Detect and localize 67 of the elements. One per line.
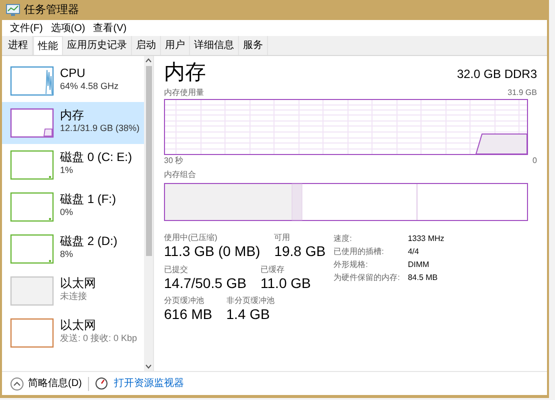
stat-value: 19.8 GB — [274, 243, 326, 260]
item-detail: 发送: 0 接收: 0 Kbp — [60, 333, 138, 344]
item-detail: 未连接 — [60, 291, 88, 302]
item-name: 内存 — [60, 108, 85, 123]
menu-item[interactable]: 查看(V) — [93, 20, 127, 36]
property-value: 1333 MHz — [408, 233, 444, 245]
item-detail: 64% 4.58 GHz — [60, 81, 119, 92]
property-value: DIMM — [408, 259, 430, 271]
fewer-details-button[interactable]: 简略信息(D) — [10, 376, 82, 391]
stat-label: 分页缓冲池 — [164, 296, 205, 306]
item-detail: 0% — [60, 207, 74, 218]
scroll-up-icon[interactable] — [145, 58, 152, 63]
menu-item[interactable]: 文件(F) — [10, 20, 43, 36]
sidebar-item[interactable]: 磁盘 2 (D:) 8% — [2, 228, 144, 270]
tab[interactable]: 性能 — [33, 36, 63, 55]
sidebar-item[interactable]: CPU 64% 4.58 GHz — [2, 60, 144, 102]
chevron-up-icon — [10, 376, 24, 390]
stat-value: 11.3 GB (0 MB) — [164, 243, 260, 260]
scroll-thumb[interactable] — [146, 66, 152, 256]
menu-item[interactable]: 选项(O) — [50, 20, 86, 36]
item-detail: 8% — [60, 249, 74, 260]
item-name: 以太网 — [60, 318, 97, 333]
item-name: 磁盘 0 (C: E:) — [60, 150, 132, 165]
usage-max: 31.9 GB — [508, 87, 537, 99]
stat-label: 非分页缓冲池 — [226, 296, 274, 306]
window-title: 任务管理器 — [24, 2, 79, 18]
time-start-label: 30 秒 — [164, 155, 184, 167]
item-detail: 12.1/31.9 GB (38%) — [60, 123, 140, 134]
property-value: 84.5 MB — [408, 272, 439, 284]
stat-label: 使用中(已压缩) — [164, 233, 218, 243]
app-icon — [6, 4, 20, 16]
tab[interactable]: 应用历史记录 — [63, 36, 132, 55]
sidebar-item[interactable]: 磁盘 1 (F:) 0% — [2, 186, 144, 228]
property-label: 速度: — [334, 233, 353, 245]
item-name: 磁盘 1 (F:) — [60, 192, 116, 207]
memory-spec: 32.0 GB DDR3 — [456, 66, 537, 83]
time-end-label: 0 — [532, 155, 537, 167]
scrollbar[interactable] — [144, 56, 153, 371]
stat-label: 已提交 — [164, 264, 189, 274]
item-name: 磁盘 2 (D:) — [60, 234, 118, 249]
tab[interactable]: 启动 — [132, 36, 161, 55]
open-resource-monitor-link[interactable]: 打开资源监视器 — [114, 376, 184, 391]
item-name: 以太网 — [60, 276, 96, 291]
stat-value: 1.4 GB — [226, 306, 271, 324]
composition-label: 内存组合 — [164, 169, 197, 181]
property-label: 已使用的插槽: — [334, 246, 385, 258]
stat-value: 616 MB — [164, 306, 212, 324]
scroll-down-icon[interactable] — [145, 364, 152, 369]
resource-monitor-icon — [94, 377, 108, 390]
tab[interactable]: 服务 — [239, 36, 268, 55]
property-label: 外形规格: — [334, 259, 369, 271]
item-name: CPU — [60, 66, 86, 81]
item-detail: 1% — [60, 165, 74, 176]
sidebar-item[interactable]: 磁盘 0 (C: E:) 1% — [2, 144, 144, 186]
stat-label: 已缓存 — [260, 264, 286, 274]
sidebar-item[interactable]: 以太网 发送: 0 接收: 0 Kbp — [2, 312, 144, 354]
usage-label: 内存使用量 — [164, 87, 204, 99]
property-label: 为硬件保留的内存: — [334, 272, 400, 284]
panel-title: 内存 — [164, 62, 206, 83]
tab[interactable]: 用户 — [161, 36, 190, 55]
sidebar-item[interactable]: 内存 12.1/31.9 GB (38%) — [2, 102, 144, 144]
stat-label: 可用 — [274, 233, 292, 243]
stat-value: 11.0 GB — [260, 274, 311, 292]
tab[interactable]: 详细信息 — [190, 36, 239, 55]
stat-value: 14.7/50.5 GB — [164, 274, 247, 292]
sidebar-item[interactable]: 以太网 未连接 — [2, 270, 144, 312]
property-value: 4/4 — [408, 246, 420, 258]
